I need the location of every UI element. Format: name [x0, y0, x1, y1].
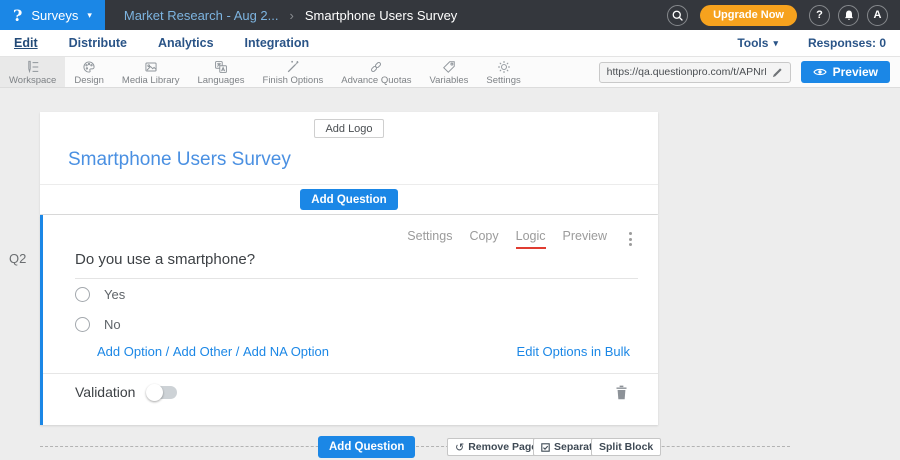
question-tab-logic[interactable]: Logic	[516, 229, 546, 249]
validation-row: Validation	[43, 374, 658, 400]
upgrade-now-button[interactable]: Upgrade Now	[700, 5, 797, 26]
edit-ribbon: Workspace Design Media Library Languages…	[0, 57, 900, 88]
validation-toggle[interactable]	[147, 386, 177, 399]
chevron-down-icon: ▾	[87, 11, 92, 20]
add-other-link[interactable]: Add Other	[173, 344, 232, 359]
breadcrumb: Market Research - Aug 2... › Smartphone …	[124, 8, 457, 23]
tab-distribute[interactable]: Distribute	[69, 36, 127, 50]
search-button[interactable]	[667, 5, 688, 26]
link-separator: /	[232, 344, 243, 359]
ribbon-item-workspace[interactable]: Workspace	[0, 57, 65, 87]
tab-integration[interactable]: Integration	[245, 36, 310, 50]
add-question-button-bottom[interactable]: Add Question	[318, 436, 415, 458]
question-mark-icon: ?	[816, 9, 823, 21]
eye-icon	[813, 67, 827, 77]
option-label-yes[interactable]: Yes	[104, 287, 125, 302]
add-na-option-link[interactable]: Add NA Option	[243, 344, 329, 359]
search-icon	[671, 9, 684, 22]
ribbon-item-languages[interactable]: Languages	[188, 57, 253, 87]
surveys-product-dropdown[interactable]: ? Surveys ▾	[0, 0, 105, 30]
tab-analytics[interactable]: Analytics	[158, 36, 214, 50]
radio-button[interactable]	[75, 287, 90, 302]
question-tab-settings[interactable]: Settings	[407, 229, 452, 247]
edit-options-in-bulk-link[interactable]: Edit Options in Bulk	[517, 344, 630, 359]
toggle-knob	[146, 384, 163, 401]
edit-url-pencil-icon[interactable]	[772, 67, 783, 78]
ribbon-item-settings[interactable]: Settings	[477, 57, 529, 87]
finish-options-wand-icon	[286, 60, 300, 74]
remove-page-break-icon: ↺	[455, 441, 464, 454]
survey-editor-canvas: Add Logo Smartphone Users Survey Add Que…	[0, 88, 900, 460]
variables-tag-icon	[442, 60, 456, 74]
tools-dropdown[interactable]: Tools ▾	[737, 36, 778, 50]
page-break-toolbar: Add Question ↺ Remove Page Break Separat…	[40, 436, 790, 458]
languages-translate-icon	[214, 60, 228, 74]
question-action-tabs: Settings Copy Logic Preview	[43, 215, 658, 249]
separator-checkbox-icon	[541, 443, 550, 452]
tab-edit[interactable]: Edit	[14, 36, 38, 50]
question-tab-copy[interactable]: Copy	[469, 229, 498, 247]
add-option-link[interactable]: Add Option	[97, 344, 162, 359]
option-label-no[interactable]: No	[104, 317, 121, 332]
radio-button[interactable]	[75, 317, 90, 332]
avatar-initial: A	[874, 9, 882, 21]
question-text[interactable]: Do you use a smartphone?	[75, 251, 638, 279]
validation-label: Validation	[75, 384, 135, 400]
questionpro-logo-icon: ?	[13, 6, 22, 25]
workspace-icon	[26, 60, 40, 74]
link-separator: /	[162, 344, 173, 359]
settings-gear-icon	[497, 60, 511, 74]
breadcrumb-current: Smartphone Users Survey	[305, 8, 457, 23]
chevron-down-icon: ▾	[773, 39, 778, 48]
ribbon-item-variables[interactable]: Variables	[421, 57, 478, 87]
ribbon-item-advance-quotas[interactable]: Advance Quotas	[332, 57, 420, 87]
ribbon-item-media-library[interactable]: Media Library	[113, 57, 189, 87]
add-logo-button[interactable]: Add Logo	[314, 119, 383, 138]
topbar-actions: Upgrade Now ? A	[667, 5, 900, 26]
answer-option-row: No	[75, 309, 658, 339]
design-palette-icon	[82, 60, 96, 74]
survey-header-card: Add Logo Smartphone Users Survey Add Que…	[40, 112, 658, 214]
option-links-row: Add Option / Add Other / Add NA Option E…	[97, 344, 630, 359]
question-card: Settings Copy Logic Preview Do you use a…	[40, 215, 658, 425]
question-code-label: Q2	[9, 251, 26, 266]
help-button[interactable]: ?	[809, 5, 830, 26]
survey-nav-bar: Edit Distribute Analytics Integration To…	[0, 30, 900, 57]
breadcrumb-folder[interactable]: Market Research - Aug 2...	[124, 8, 279, 23]
account-avatar[interactable]: A	[867, 5, 888, 26]
split-block-button[interactable]: Split Block	[591, 438, 661, 456]
bell-icon	[843, 9, 855, 21]
notifications-button[interactable]	[838, 5, 859, 26]
add-question-button-top[interactable]: Add Question	[300, 189, 397, 210]
breadcrumb-separator-icon: ›	[290, 8, 294, 23]
product-name: Surveys	[31, 8, 78, 23]
preview-button[interactable]: Preview	[801, 61, 890, 83]
question-tab-preview[interactable]: Preview	[563, 229, 607, 247]
survey-title[interactable]: Smartphone Users Survey	[68, 149, 658, 171]
survey-url-text: https://qa.questionpro.com/t/APNrFZgQ	[607, 66, 766, 78]
trash-icon	[615, 385, 628, 400]
responses-count-link[interactable]: Responses: 0	[808, 36, 886, 50]
top-bar: ? Surveys ▾ Market Research - Aug 2... ›…	[0, 0, 900, 30]
survey-url-field[interactable]: https://qa.questionpro.com/t/APNrFZgQ	[599, 62, 791, 83]
delete-question-button[interactable]	[615, 385, 628, 400]
nav-right: Tools ▾ Responses: 0	[737, 36, 886, 50]
advance-quotas-chain-icon	[369, 60, 383, 74]
ribbon-item-finish-options[interactable]: Finish Options	[254, 57, 333, 87]
ribbon-right: https://qa.questionpro.com/t/APNrFZgQ Pr…	[599, 57, 900, 87]
answer-option-row: Yes	[75, 279, 658, 309]
ribbon-item-design[interactable]: Design	[65, 57, 113, 87]
media-image-icon	[144, 60, 158, 74]
kebab-menu-icon[interactable]	[625, 229, 636, 249]
